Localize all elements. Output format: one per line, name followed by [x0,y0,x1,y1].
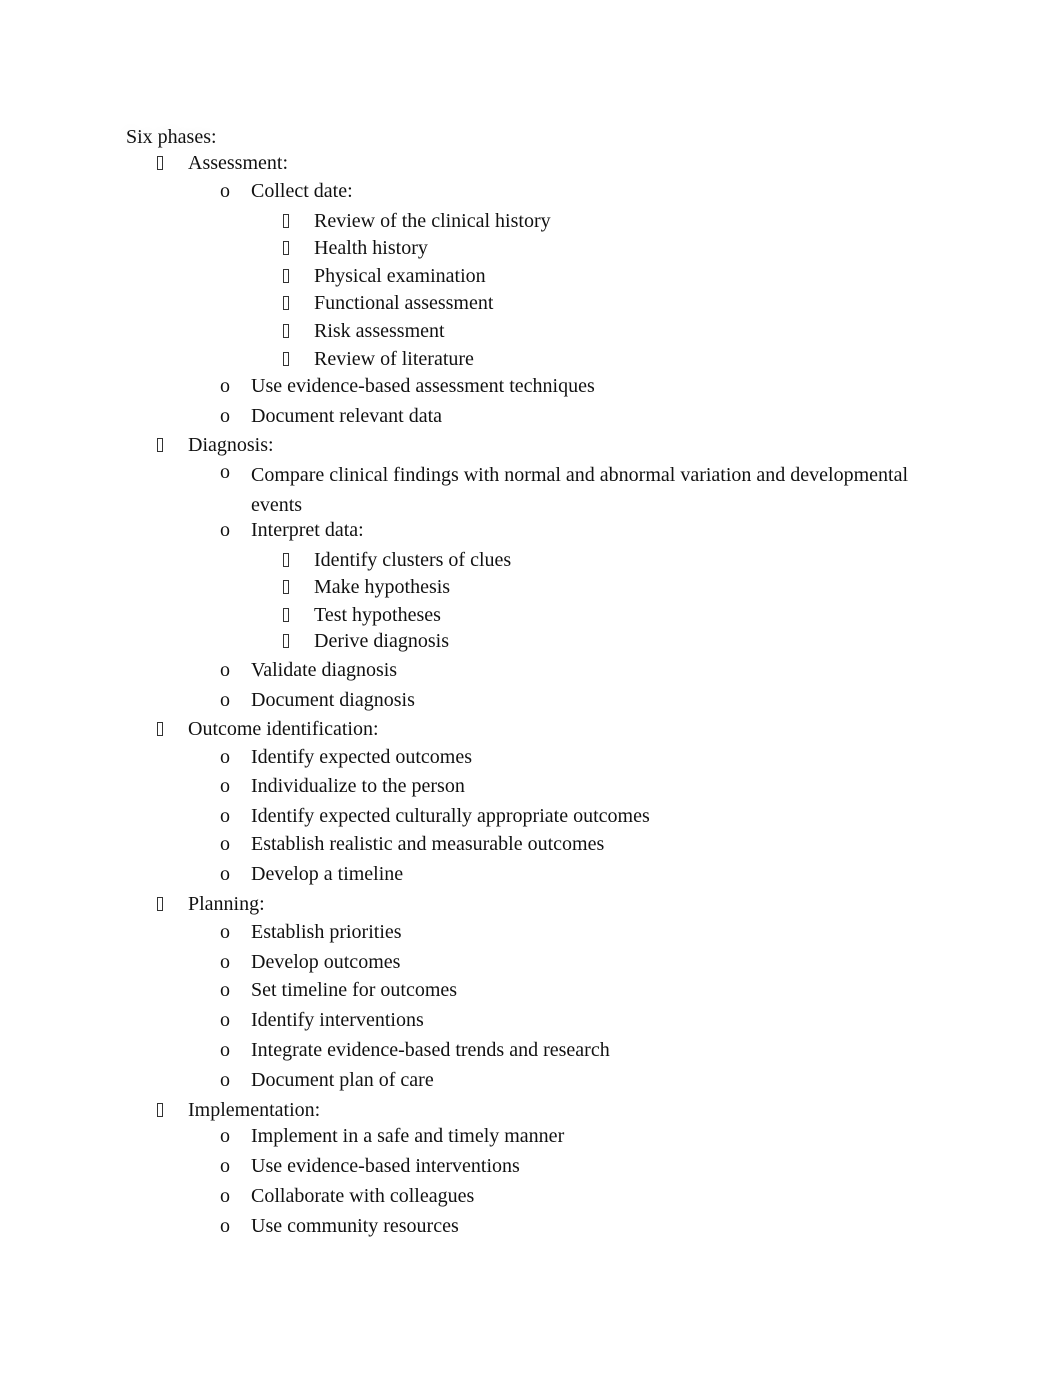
list-item-text: Implement in a safe and timely manner [251,1125,565,1147]
list-item-text: Develop outcomes [251,951,401,973]
list-item-text: Integrate evidence-based trends and rese… [251,1039,610,1061]
missing-glyph-bullet-icon [283,291,289,316]
circle-bullet-icon: o [220,1069,230,1091]
list-item-text: Health history [314,237,428,259]
list-item-text: Validate diagnosis [251,659,398,681]
list-item-text: Identify interventions [251,1009,424,1031]
circle-bullet-icon: o [220,805,230,827]
circle-bullet-icon: o [220,746,230,768]
list-item-text: Derive diagnosis [314,630,449,652]
circle-bullet-icon: o [220,1155,230,1177]
circle-bullet-icon: o [220,951,230,973]
list-item-text: Diagnosis: [188,434,274,456]
list-item-text: Develop a timeline [251,863,404,885]
circle-bullet-icon: o [220,689,230,711]
missing-glyph-bullet-icon [283,575,289,600]
circle-bullet-icon: o [220,375,230,397]
circle-bullet-icon: o [220,863,230,885]
missing-glyph-bullet-icon [283,319,289,344]
list-item-text: Test hypotheses [314,604,441,626]
list-item-text: Document plan of care [251,1069,434,1091]
circle-bullet-icon: o [220,659,230,681]
missing-glyph-bullet-icon [157,892,163,917]
list-item-text: Use community resources [251,1215,459,1237]
missing-glyph-bullet-icon [283,236,289,261]
circle-bullet-icon: o [220,461,230,483]
list-item-text: Identify clusters of clues [314,549,512,571]
circle-bullet-icon: o [220,1215,230,1237]
circle-bullet-icon: o [220,775,230,797]
circle-bullet-icon: o [220,921,230,943]
missing-glyph-bullet-icon [283,209,289,234]
circle-bullet-icon: o [220,519,230,541]
list-item-text: Review of the clinical history [314,210,551,232]
missing-glyph-bullet-icon [157,717,163,742]
heading-text: Six phases: [126,126,217,148]
circle-bullet-icon: o [220,405,230,427]
list-item-text: Establish priorities [251,921,402,943]
list-item-text: Planning: [188,893,265,915]
missing-glyph-bullet-icon [283,603,289,628]
list-item-text: Review of literature [314,348,474,370]
list-item-text: Physical examination [314,265,486,287]
missing-glyph-bullet-icon [157,151,163,176]
list-item-text: Identify expected outcomes [251,746,473,768]
missing-glyph-bullet-icon [283,548,289,573]
circle-bullet-icon: o [220,1039,230,1061]
missing-glyph-bullet-icon [283,629,289,654]
list-item-text: Set timeline for outcomes [251,979,458,1001]
list-item-text: Functional assessment [314,292,494,314]
list-item-text: Interpret data: [251,519,364,541]
list-item-text: Compare clinical findings with normal an… [251,464,909,516]
missing-glyph-bullet-icon [157,1098,163,1123]
document-page: Six phases: Assessment: o Collect date: Rev… [0,0,1062,1376]
list-item-text: Use evidence-based assessment techniques [251,375,595,397]
list-item-text: Collect date: [251,180,353,202]
list-item-text: Assessment: [188,152,288,174]
list-item-text: Document diagnosis [251,689,415,711]
list-item-text: Outcome identification: [188,718,379,740]
list-item-text: Document relevant data [251,405,443,427]
list-item-text: Identify expected culturally appropriate… [251,805,650,827]
list-item-text: Risk assessment [314,320,445,342]
list-item-text: Establish realistic and measurable outco… [251,833,605,855]
circle-bullet-icon: o [220,180,230,202]
list-item-text: Make hypothesis [314,576,451,598]
circle-bullet-icon: o [220,979,230,1001]
list-item-text: Individualize to the person [251,775,465,797]
list-item-text: Collaborate with colleagues [251,1185,475,1207]
circle-bullet-icon: o [220,1125,230,1147]
circle-bullet-icon: o [220,1009,230,1031]
circle-bullet-icon: o [220,1185,230,1207]
missing-glyph-bullet-icon [283,347,289,372]
missing-glyph-bullet-icon [283,264,289,289]
heading-row: Six phases: [126,125,217,149]
list-item-text: Use evidence-based interventions [251,1155,520,1177]
circle-bullet-icon: o [220,833,230,855]
missing-glyph-bullet-icon [157,433,163,458]
list-item-text: Implementation: [188,1099,321,1121]
